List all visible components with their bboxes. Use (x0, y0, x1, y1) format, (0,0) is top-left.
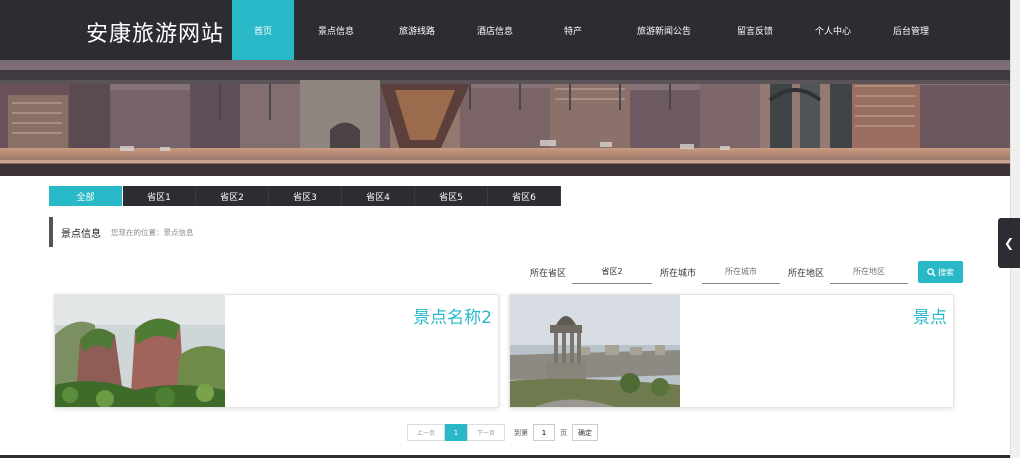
nav-item-home[interactable]: 首页 (232, 0, 294, 60)
province-input[interactable] (572, 260, 653, 284)
attraction-title: 景点名称2 (413, 308, 492, 328)
page-unit-label: 页 (560, 428, 567, 437)
city-input[interactable] (702, 260, 781, 284)
nav-item-admin[interactable]: 后台管理 (872, 0, 950, 60)
attraction-image (55, 295, 225, 407)
site-title: 安康旅游网站 (86, 22, 225, 47)
region-tab-2[interactable]: 省区2 (196, 186, 269, 206)
chevron-left-icon: ❮ (1003, 236, 1015, 250)
region-tab-5[interactable]: 省区5 (415, 186, 488, 206)
region-tab-6[interactable]: 省区6 (488, 186, 561, 206)
city-label: 所在城市 (660, 268, 697, 279)
main-nav: 首页 景点信息 旅游线路 酒店信息 特产 旅游新闻公告 留言反馈 个人中心 后台… (232, 0, 950, 60)
search-button[interactable]: 搜索 (918, 261, 964, 283)
goto-confirm-button[interactable]: 确定 (572, 424, 598, 441)
area-input[interactable] (830, 260, 909, 284)
search-button-label: 搜索 (938, 267, 955, 277)
region-tab-all[interactable]: 全部 (49, 186, 123, 206)
nav-item-hotels[interactable]: 酒店信息 (456, 0, 534, 60)
region-tab-4[interactable]: 省区4 (342, 186, 415, 206)
page-number-current[interactable]: 1 (445, 424, 467, 441)
attraction-card[interactable]: 景点 (509, 294, 954, 408)
section-heading: 景点信息 您现在的位置：景点信息 (49, 217, 194, 247)
region-tab-3[interactable]: 省区3 (269, 186, 342, 206)
section-title: 景点信息 (61, 228, 101, 240)
nav-item-profile[interactable]: 个人中心 (794, 0, 872, 60)
attraction-card[interactable]: 景点名称2 (54, 294, 499, 408)
search-icon (927, 267, 936, 277)
banner-image (0, 60, 1010, 176)
nav-item-routes[interactable]: 旅游线路 (378, 0, 456, 60)
area-label: 所在地区 (788, 268, 825, 279)
nav-item-attractions[interactable]: 景点信息 (294, 0, 378, 60)
goto-label: 到第 (514, 428, 528, 437)
nav-item-news[interactable]: 旅游新闻公告 (612, 0, 716, 60)
pagination: 上一页 1 下一页 到第 页 确定 (407, 424, 598, 441)
attraction-image (510, 295, 680, 407)
nav-item-specialties[interactable]: 特产 (534, 0, 612, 60)
nav-item-feedback[interactable]: 留言反馈 (716, 0, 794, 60)
top-header: 安康旅游网站 首页 景点信息 旅游线路 酒店信息 特产 旅游新闻公告 留言反馈 … (0, 0, 1010, 60)
region-tabs: 全部 省区1 省区2 省区3 省区4 省区5 省区6 (49, 186, 561, 206)
next-page-button[interactable]: 下一页 (467, 424, 505, 441)
region-tab-1[interactable]: 省区1 (123, 186, 196, 206)
collapse-panel-button[interactable]: ❮ (998, 218, 1020, 268)
province-label: 所在省区 (530, 268, 567, 279)
section-accent-bar (49, 217, 53, 247)
goto-page-input[interactable] (533, 424, 555, 441)
search-bar: 所在省区 所在城市 所在地区 搜索 (530, 260, 964, 284)
attraction-title: 景点 (913, 308, 947, 328)
breadcrumb: 您现在的位置：景点信息 (111, 227, 194, 237)
prev-page-button[interactable]: 上一页 (407, 424, 445, 441)
